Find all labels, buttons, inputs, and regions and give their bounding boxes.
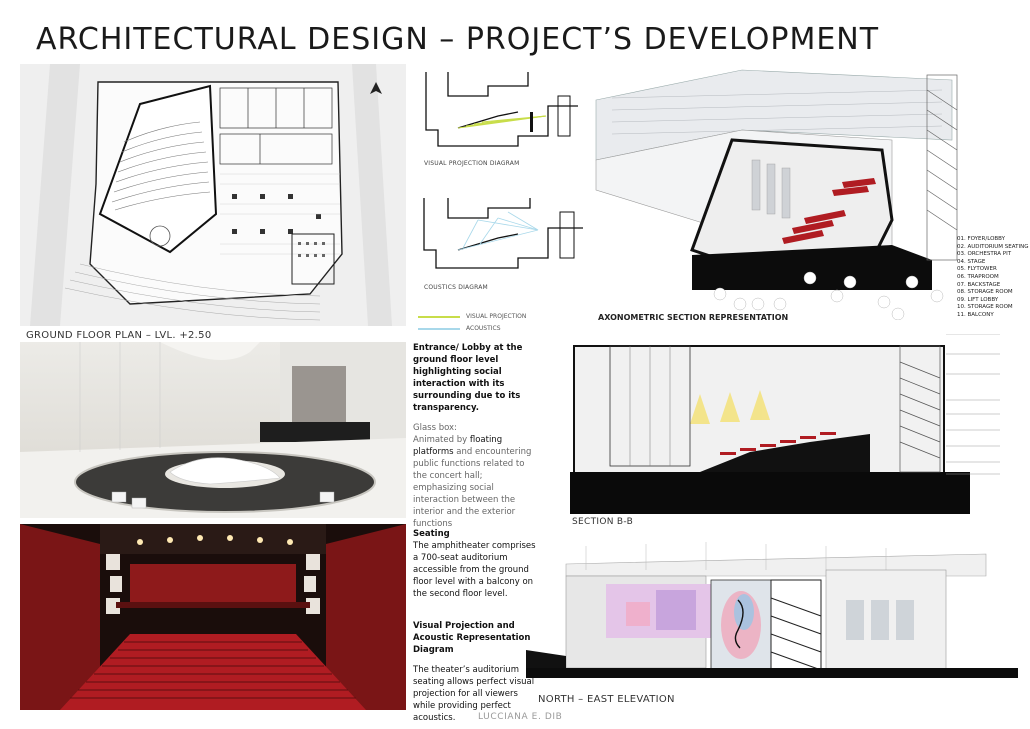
lobby-render — [20, 342, 406, 518]
ground-floor-plan-drawing — [20, 64, 406, 326]
legend-item: 07. BACKSTAGE — [957, 281, 1001, 288]
projection-description: Visual Projection and Acoustic Represent… — [413, 620, 538, 724]
lobby-description: Entrance/ Lobby at the ground floor leve… — [413, 342, 538, 530]
legend-item: 05. FLYTOWER — [957, 266, 997, 273]
section-b-b-caption: SECTION B-B — [572, 517, 634, 527]
legend-item: 10. STORAGE ROOM — [957, 304, 1013, 311]
elevation-caption: NORTH – EAST ELEVATION — [538, 694, 675, 705]
acoustics-diagram — [418, 190, 593, 285]
visual-projection-diagram — [418, 66, 590, 166]
legend-visual-projection: VISUAL PROJECTION — [418, 306, 526, 320]
lobby-heading: Entrance/ Lobby at the ground floor leve… — [413, 343, 523, 413]
visual-projection-caption: VISUAL PROJECTION DIAGRAM — [424, 160, 520, 167]
lobby-subheading: Glass box: — [413, 423, 457, 433]
projection-heading: Visual Projection and Acoustic Represent… — [413, 621, 531, 655]
ground-floor-plan-caption: GROUND FLOOR PLAN – LVL. +2.50 — [26, 330, 212, 341]
legend-item: 08. STORAGE ROOM — [957, 289, 1013, 296]
acoustics-caption: COUSTICS DIAGRAM — [424, 284, 488, 291]
axonometric-caption: AXONOMETRIC SECTION REPRESENTATION — [598, 313, 789, 322]
legend-item: 06. TRAPROOM — [957, 273, 999, 280]
ground-floor-plan — [20, 64, 406, 326]
lobby-body: Animated by floating platforms and encou… — [413, 435, 532, 529]
north-east-elevation — [526, 540, 1018, 688]
section-b-b — [570, 333, 1016, 514]
legend-item: 09. LIFT LOBBY — [957, 296, 999, 303]
legend-item: 02. AUDITORIUM SEATING — [957, 243, 1029, 250]
legend-item: 11. BALCONY — [957, 311, 994, 318]
page-title: ARCHITECTURAL DESIGN – PROJECT’S DEVELOP… — [36, 22, 880, 57]
legend-item: 04. STAGE — [957, 258, 986, 265]
legend-item: 03. ORCHESTRA PIT — [957, 251, 1012, 258]
seating-heading: Seating — [413, 529, 450, 539]
author-name: LUCCIANA E. DIB — [478, 712, 563, 722]
auditorium-render — [20, 524, 406, 710]
seating-body: The amphitheater comprises a 700-seat au… — [413, 541, 536, 599]
diagram-legend: VISUAL PROJECTION ACOUSTICS — [418, 306, 526, 332]
seating-description: Seating The amphitheater comprises a 700… — [413, 528, 538, 600]
legend-item: 01. FOYER/LOBBY — [957, 236, 1005, 242]
axonometric-legend: 01. FOYER/LOBBY 02. AUDITORIUM SEATING 0… — [957, 236, 1028, 320]
